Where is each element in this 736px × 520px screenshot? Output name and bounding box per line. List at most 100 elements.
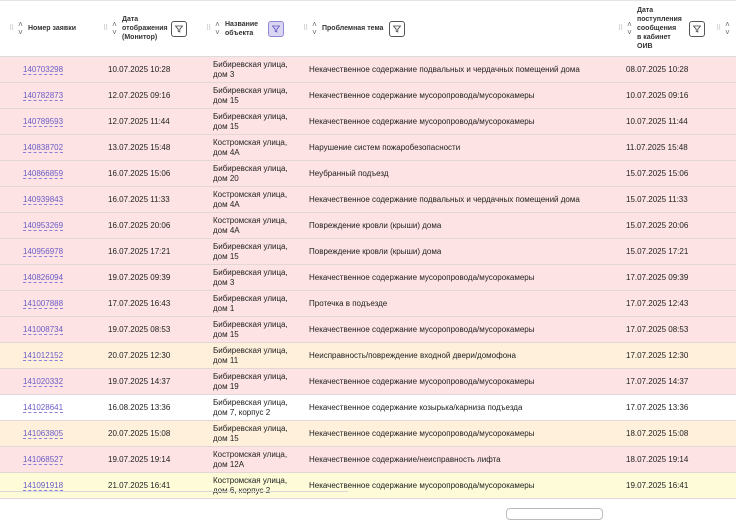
table-row[interactable]: 141007888 17.07.2025 16:43 Бибиревская ули… [0,291,736,317]
request-link[interactable]: 140826094 [23,273,64,283]
drag-handle-icon[interactable]: ⠿ [206,25,212,32]
request-link[interactable]: 140866859 [23,169,64,179]
cell-display-date: 12.07.2025 09:16 [108,91,171,100]
table-header: ⠿ ˄ ˅ Номер заявки ⠿ ˄ ˅ Дата отображения … [0,1,736,57]
cell-request-id[interactable]: 140953269 [23,213,64,238]
table-row[interactable]: 140838702 13.07.2025 15:48 Костромская ули… [0,135,736,161]
cell-theme: Протечка в подъезде [309,299,388,308]
sort-control[interactable]: ⠿ ˄ ˅ [206,20,222,37]
header-col-theme[interactable]: ⠿ ˄ ˅ Проблемная тема [303,1,383,56]
cell-request-id[interactable]: 140838702 [23,135,64,160]
cell-request-id[interactable]: 141012152 [23,343,64,368]
request-link[interactable]: 140838702 [23,143,64,153]
cell-request-id[interactable]: 141068527 [23,447,64,472]
cell-request-id[interactable]: 140866859 [23,161,64,186]
table-row[interactable]: 141028641 16.08.2025 13:36 Бибиревская ули… [0,395,736,421]
table-row[interactable]: 140782873 12.07.2025 09:16 Бибиревская ули… [0,83,736,109]
request-link[interactable]: 141028641 [23,403,64,413]
header-col-id[interactable]: ⠿ ˄ ˅ Номер заявки [9,1,76,56]
cell-display-date: 17.07.2025 16:43 [108,299,171,308]
request-link[interactable]: 141020332 [23,377,64,387]
cell-request-id[interactable]: 141007888 [23,291,64,316]
cell-request-id[interactable]: 141063805 [23,421,64,446]
sort-control[interactable]: ⠿ ˄ ˅ [716,20,732,37]
table-row[interactable]: 141091918 21.07.2025 16:41 Костромская ули… [0,473,736,499]
sort-desc-icon[interactable]: ˅ [725,28,730,37]
cell-display-date: 16.08.2025 13:36 [108,403,171,412]
sort-desc-icon[interactable]: ˅ [18,28,23,37]
request-link[interactable]: 141007888 [23,299,64,309]
request-link[interactable]: 141012152 [23,351,64,361]
cell-request-id[interactable]: 140782873 [23,83,64,108]
cell-request-id[interactable]: 141020332 [23,369,64,394]
request-link[interactable]: 141068527 [23,455,64,465]
table-row[interactable]: 140956978 16.07.2025 17:21 Бибиревская ули… [0,239,736,265]
filter-button-display-date[interactable] [171,21,187,37]
sort-control[interactable]: ⠿ ˄ ˅ [618,20,634,37]
drag-handle-icon[interactable]: ⠿ [103,25,109,32]
cell-request-id[interactable]: 141091918 [23,473,64,498]
request-link[interactable]: 140703298 [23,65,64,75]
cell-received-date: 19.07.2025 16:41 [626,481,689,490]
table-row[interactable]: 141012152 20.07.2025 12:30 Бибиревская ули… [0,343,736,369]
table-row[interactable]: 141008734 19.07.2025 08:53 Бибиревская ули… [0,317,736,343]
sort-control[interactable]: ⠿ ˄ ˅ [303,20,319,37]
request-link[interactable]: 141091918 [23,481,64,491]
table-row[interactable]: 140703298 10.07.2025 10:28 Бибиревская ули… [0,57,736,83]
sort-desc-icon[interactable]: ˅ [312,28,317,37]
request-link[interactable]: 140789593 [23,117,64,127]
cell-received-date: 18.07.2025 19:14 [626,455,689,464]
cell-object: Костромская улица, дом 4А [213,138,288,157]
cell-theme: Некачественное содержание подвальных и ч… [309,65,580,74]
header-col-received[interactable]: ⠿ ˄ ˅ Дата поступления сообщения в кабине… [618,1,682,56]
cell-request-id[interactable]: 140939843 [23,187,64,212]
pagination-control[interactable] [506,508,603,520]
cell-object: Бибиревская улица, дом 15 [213,86,288,105]
table-row[interactable]: 140826094 19.07.2025 09:39 Бибиревская ули… [0,265,736,291]
request-link[interactable]: 140953269 [23,221,64,231]
table-row[interactable]: 141020332 19.07.2025 14:37 Бибиревская ули… [0,369,736,395]
request-link[interactable]: 140956978 [23,247,64,257]
sort-desc-icon[interactable]: ˅ [215,28,220,37]
cell-object: Бибиревская улица, дом 3 [213,60,288,79]
table-row[interactable]: 141068527 19.07.2025 19:14 Костромская ули… [0,447,736,473]
header-col-object[interactable]: ⠿ ˄ ˅ Название объекта [206,1,258,56]
cell-object: Бибиревская улица, дом 1 [213,294,288,313]
sort-desc-icon[interactable]: ˅ [112,28,117,37]
cell-request-id[interactable]: 141028641 [23,395,64,420]
cell-object: Бибиревская улица, дом 3 [213,268,288,287]
table-row[interactable]: 140789593 12.07.2025 11:44 Бибиревская ули… [0,109,736,135]
drag-handle-icon[interactable]: ⠿ [716,25,722,32]
request-link[interactable]: 140782873 [23,91,64,101]
cell-request-id[interactable]: 140826094 [23,265,64,290]
header-col-next[interactable]: ⠿ ˄ ˅ [716,1,735,56]
sort-control[interactable]: ⠿ ˄ ˅ [9,20,25,37]
cell-request-id[interactable]: 140789593 [23,109,64,134]
sort-desc-icon[interactable]: ˅ [627,28,632,37]
cell-received-date: 10.07.2025 11:44 [626,117,688,126]
header-label-id: Номер заявки [28,25,77,32]
cell-received-date: 17.07.2025 12:30 [626,351,689,360]
drag-handle-icon[interactable]: ⠿ [9,25,15,32]
sort-control[interactable]: ⠿ ˄ ˅ [103,20,119,37]
cell-request-id[interactable]: 141008734 [23,317,64,342]
cell-received-date: 10.07.2025 09:16 [626,91,689,100]
request-link[interactable]: 141008734 [23,325,64,335]
table-row[interactable]: 140939843 16.07.2025 11:33 Костромская ули… [0,187,736,213]
table-row[interactable]: 141063805 20.07.2025 15:08 Бибиревская ули… [0,421,736,447]
filter-button-object[interactable] [268,21,284,37]
header-col-display-date[interactable]: ⠿ ˄ ˅ Дата отображения (Монитор) [103,1,168,56]
filter-button-theme[interactable] [389,21,405,37]
cell-request-id[interactable]: 140703298 [23,57,64,82]
cell-theme: Повреждение кровли (крыши) дома [309,247,442,256]
filter-button-received[interactable] [689,21,705,37]
table-row[interactable]: 140953269 16.07.2025 20:06 Костромская ули… [0,213,736,239]
request-link[interactable]: 140939843 [23,195,64,205]
table-row[interactable]: 140866859 16.07.2025 15:06 Бибиревская ули… [0,161,736,187]
drag-handle-icon[interactable]: ⠿ [303,25,309,32]
cell-request-id[interactable]: 140956978 [23,239,64,264]
drag-handle-icon[interactable]: ⠿ [618,25,624,32]
header-label-display-date: Дата отображения (Монитор) [122,16,168,41]
request-link[interactable]: 141063805 [23,429,64,439]
cell-theme: Некачественное содержание мусоропровода/… [309,377,535,386]
